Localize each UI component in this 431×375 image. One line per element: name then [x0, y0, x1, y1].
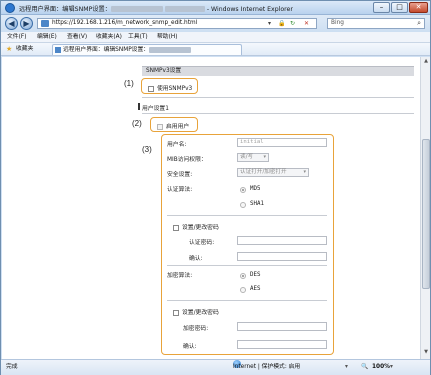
address-toolbar: ◀ ▶ https://192.168.1.216/m_network_snmp…	[1, 15, 430, 32]
close-button[interactable]: ✕	[409, 2, 428, 13]
user-settings-heading: 用户设置1	[138, 103, 169, 112]
lock-icon[interactable]: 🔒	[278, 19, 285, 28]
minimize-button[interactable]: –	[373, 2, 390, 13]
callout-label-2: (2)	[132, 119, 142, 128]
divider	[142, 97, 414, 98]
status-text: 完成	[6, 364, 18, 370]
favorites-bar: ★ 收藏夹 远程用户界面：编辑SNMP设置：	[1, 43, 430, 56]
zone-dropdown-icon[interactable]: ▾	[345, 360, 348, 375]
title-bar: 远程用户界面：编辑SNMP设置： - Windows Internet Expl…	[1, 1, 430, 15]
menu-tools[interactable]: 工具(T)	[128, 32, 148, 43]
status-bar: 完成 Internet | 保护模式: 启用 ▾ 🔍 100% ▾	[1, 359, 430, 375]
zoom-icon[interactable]: 🔍	[361, 360, 368, 375]
callout-box-2	[150, 117, 198, 132]
zoom-dropdown-icon[interactable]: ▾	[390, 360, 393, 375]
favorites-star-icon[interactable]: ★	[6, 43, 12, 56]
callout-label-1: (1)	[124, 79, 134, 88]
scroll-up-icon[interactable]: ▲	[422, 58, 430, 67]
divider	[142, 113, 414, 114]
snmpv3-section-bar: SNMPv3设置	[142, 66, 414, 76]
ie-logo-icon	[5, 3, 15, 13]
menu-help[interactable]: 帮助(H)	[157, 32, 177, 43]
menu-bar: 文件(F) 编辑(E) 查看(V) 收藏夹(A) 工具(T) 帮助(H)	[1, 32, 430, 43]
page-favicon-icon	[41, 20, 49, 27]
url-text: https://192.168.1.216/m_network_snmp_edi…	[52, 20, 198, 26]
back-icon[interactable]: ◀	[5, 17, 18, 30]
dropdown-icon[interactable]: ▾	[268, 19, 271, 28]
menu-favorites[interactable]: 收藏夹(A)	[96, 32, 122, 43]
menu-file[interactable]: 文件(F)	[7, 32, 26, 43]
browser-tab[interactable]: 远程用户界面：编辑SNMP设置：	[52, 44, 242, 55]
page-content: SNMPv3设置 使用SNMPv3 用户设置1 启用用户 用户名: initia…	[2, 57, 420, 359]
scroll-down-icon[interactable]: ▼	[422, 349, 430, 358]
search-icon[interactable]: ⌕	[417, 19, 421, 28]
redacted-text	[149, 46, 192, 53]
menu-view[interactable]: 查看(V)	[67, 32, 87, 43]
menu-edit[interactable]: 编辑(E)	[37, 32, 57, 43]
favorites-button[interactable]: 收藏夹	[16, 43, 33, 56]
callout-label-3: (3)	[142, 145, 152, 154]
maximize-button[interactable]: □	[391, 2, 408, 13]
callout-box-1	[141, 78, 198, 94]
address-bar[interactable]: https://192.168.1.216/m_network_snmp_edi…	[37, 18, 317, 29]
forward-icon[interactable]: ▶	[20, 17, 33, 30]
search-input[interactable]: Bing ⌕	[327, 18, 425, 29]
tab-favicon-icon	[55, 47, 61, 53]
redacted-text	[110, 6, 163, 12]
zoom-level[interactable]: 100%	[372, 360, 390, 375]
refresh-icon[interactable]: ↻	[290, 19, 295, 28]
browser-window: 远程用户界面：编辑SNMP设置： - Windows Internet Expl…	[0, 0, 431, 375]
redacted-text	[164, 6, 205, 12]
window-title: 远程用户界面：编辑SNMP设置： - Windows Internet Expl…	[19, 6, 293, 13]
vertical-scrollbar[interactable]: ▲ ▼	[420, 57, 430, 359]
stop-icon[interactable]: ✕	[304, 19, 309, 28]
scroll-thumb[interactable]	[422, 139, 430, 289]
callout-box-3	[161, 134, 334, 355]
